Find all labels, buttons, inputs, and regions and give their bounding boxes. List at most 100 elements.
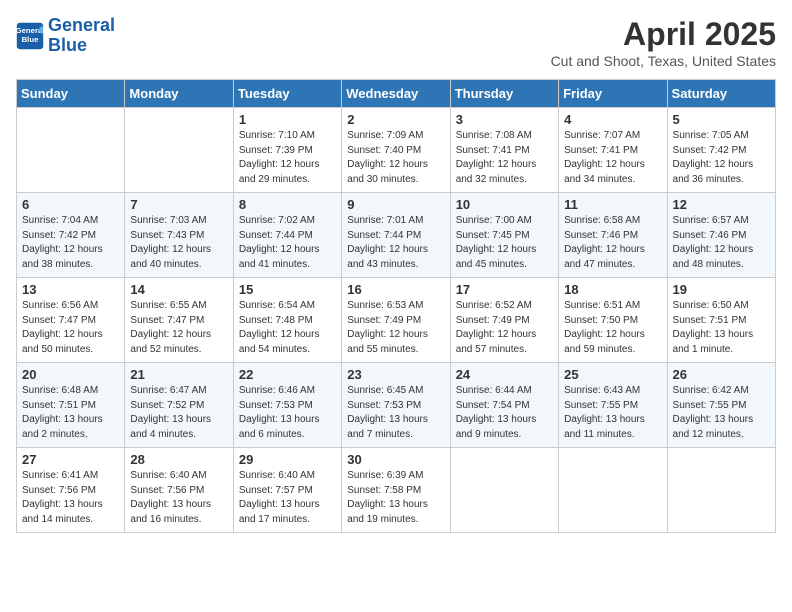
calendar-cell: 12Sunrise: 6:57 AM Sunset: 7:46 PM Dayli… (667, 193, 775, 278)
day-info: Sunrise: 6:53 AM Sunset: 7:49 PM Dayligh… (347, 299, 444, 357)
day-info: Sunrise: 6:50 AM Sunset: 7:51 PM Dayligh… (673, 299, 770, 357)
day-number: 22 (239, 367, 336, 382)
day-number: 7 (130, 197, 227, 212)
day-info: Sunrise: 7:02 AM Sunset: 7:44 PM Dayligh… (239, 214, 336, 272)
calendar-cell: 19 Sunrise: 6:50 AM Sunset: 7:51 PM Dayli… (667, 278, 775, 363)
day-number: 24 (456, 367, 553, 382)
day-number: 23 (347, 367, 444, 382)
day-number: 1 (239, 112, 336, 127)
calendar-cell: 1 Sunrise: 7:10 AM Sunset: 7:39 PM Daylig… (233, 108, 341, 193)
calendar-week-0: 1 Sunrise: 7:10 AM Sunset: 7:39 PM Daylig… (17, 108, 776, 193)
calendar-cell: 21 Sunrise: 6:47 AM Sunset: 7:52 PM Dayli… (125, 363, 233, 448)
day-info: Sunrise: 7:05 AM Sunset: 7:42 PM Dayligh… (673, 129, 770, 187)
calendar-cell: 6Sunrise: 7:04 AM Sunset: 7:42 PM Daylig… (17, 193, 125, 278)
col-header-sunday: Sunday (17, 80, 125, 108)
svg-text:Blue: Blue (22, 35, 40, 44)
day-number: 16 (347, 282, 444, 297)
calendar-cell: 24Sunrise: 6:44 AM Sunset: 7:54 PM Dayli… (450, 363, 558, 448)
day-number: 30 (347, 452, 444, 467)
title-block: April 2025 Cut and Shoot, Texas, United … (551, 16, 776, 69)
calendar-week-3: 20 Sunrise: 6:48 AM Sunset: 7:51 PM Dayli… (17, 363, 776, 448)
page-header: General Blue General Blue April 2025 Cut… (16, 16, 776, 69)
col-header-saturday: Saturday (667, 80, 775, 108)
day-info: Sunrise: 6:45 AM Sunset: 7:53 PM Dayligh… (347, 384, 444, 442)
col-header-friday: Friday (559, 80, 667, 108)
calendar-cell: 26Sunrise: 6:42 AM Sunset: 7:55 PM Dayli… (667, 363, 775, 448)
day-info: Sunrise: 7:09 AM Sunset: 7:40 PM Dayligh… (347, 129, 444, 187)
day-info: Sunrise: 6:47 AM Sunset: 7:52 PM Dayligh… (130, 384, 227, 442)
day-number: 21 (130, 367, 227, 382)
calendar-table: SundayMondayTuesdayWednesdayThursdayFrid… (16, 79, 776, 533)
day-info: Sunrise: 6:40 AM Sunset: 7:57 PM Dayligh… (239, 469, 336, 527)
calendar-cell (559, 448, 667, 533)
day-number: 25 (564, 367, 661, 382)
day-number: 9 (347, 197, 444, 212)
day-info: Sunrise: 6:58 AM Sunset: 7:46 PM Dayligh… (564, 214, 661, 272)
day-info: Sunrise: 6:43 AM Sunset: 7:55 PM Dayligh… (564, 384, 661, 442)
logo-line2: Blue (48, 35, 87, 55)
day-number: 18 (564, 282, 661, 297)
day-number: 2 (347, 112, 444, 127)
day-info: Sunrise: 6:57 AM Sunset: 7:46 PM Dayligh… (673, 214, 770, 272)
day-number: 15 (239, 282, 336, 297)
header-row: SundayMondayTuesdayWednesdayThursdayFrid… (17, 80, 776, 108)
calendar-cell: 16 Sunrise: 6:53 AM Sunset: 7:49 PM Dayli… (342, 278, 450, 363)
calendar-cell: 29Sunrise: 6:40 AM Sunset: 7:57 PM Dayli… (233, 448, 341, 533)
calendar-cell: 30 Sunrise: 6:39 AM Sunset: 7:58 PM Dayli… (342, 448, 450, 533)
col-header-monday: Monday (125, 80, 233, 108)
day-number: 5 (673, 112, 770, 127)
day-info: Sunrise: 6:55 AM Sunset: 7:47 PM Dayligh… (130, 299, 227, 357)
day-info: Sunrise: 6:41 AM Sunset: 7:56 PM Dayligh… (22, 469, 119, 527)
day-number: 20 (22, 367, 119, 382)
calendar-week-4: 27Sunrise: 6:41 AM Sunset: 7:56 PM Dayli… (17, 448, 776, 533)
day-info: Sunrise: 6:51 AM Sunset: 7:50 PM Dayligh… (564, 299, 661, 357)
day-info: Sunrise: 6:42 AM Sunset: 7:55 PM Dayligh… (673, 384, 770, 442)
day-info: Sunrise: 7:10 AM Sunset: 7:39 PM Dayligh… (239, 129, 336, 187)
calendar-cell: 11 Sunrise: 6:58 AM Sunset: 7:46 PM Dayli… (559, 193, 667, 278)
day-number: 17 (456, 282, 553, 297)
calendar-cell: 25 Sunrise: 6:43 AM Sunset: 7:55 PM Dayli… (559, 363, 667, 448)
calendar-cell: 7 Sunrise: 7:03 AM Sunset: 7:43 PM Daylig… (125, 193, 233, 278)
day-number: 10 (456, 197, 553, 212)
month-title: April 2025 (551, 16, 776, 53)
logo-text: General Blue (48, 16, 115, 56)
calendar-cell: 20 Sunrise: 6:48 AM Sunset: 7:51 PM Dayli… (17, 363, 125, 448)
calendar-cell (17, 108, 125, 193)
calendar-cell: 18 Sunrise: 6:51 AM Sunset: 7:50 PM Dayli… (559, 278, 667, 363)
calendar-cell: 13 Sunrise: 6:56 AM Sunset: 7:47 PM Dayli… (17, 278, 125, 363)
calendar-cell: 28 Sunrise: 6:40 AM Sunset: 7:56 PM Dayli… (125, 448, 233, 533)
day-info: Sunrise: 7:03 AM Sunset: 7:43 PM Dayligh… (130, 214, 227, 272)
day-info: Sunrise: 6:39 AM Sunset: 7:58 PM Dayligh… (347, 469, 444, 527)
calendar-cell: 9 Sunrise: 7:01 AM Sunset: 7:44 PM Daylig… (342, 193, 450, 278)
calendar-cell: 5 Sunrise: 7:05 AM Sunset: 7:42 PM Daylig… (667, 108, 775, 193)
calendar-cell: 23 Sunrise: 6:45 AM Sunset: 7:53 PM Dayli… (342, 363, 450, 448)
day-number: 19 (673, 282, 770, 297)
col-header-wednesday: Wednesday (342, 80, 450, 108)
day-number: 28 (130, 452, 227, 467)
location-subtitle: Cut and Shoot, Texas, United States (551, 53, 776, 69)
day-number: 11 (564, 197, 661, 212)
calendar-cell: 3Sunrise: 7:08 AM Sunset: 7:41 PM Daylig… (450, 108, 558, 193)
calendar-cell: 27Sunrise: 6:41 AM Sunset: 7:56 PM Dayli… (17, 448, 125, 533)
col-header-thursday: Thursday (450, 80, 558, 108)
day-info: Sunrise: 6:54 AM Sunset: 7:48 PM Dayligh… (239, 299, 336, 357)
day-info: Sunrise: 6:56 AM Sunset: 7:47 PM Dayligh… (22, 299, 119, 357)
day-info: Sunrise: 7:01 AM Sunset: 7:44 PM Dayligh… (347, 214, 444, 272)
day-number: 3 (456, 112, 553, 127)
day-number: 13 (22, 282, 119, 297)
calendar-week-2: 13 Sunrise: 6:56 AM Sunset: 7:47 PM Dayli… (17, 278, 776, 363)
calendar-cell: 14 Sunrise: 6:55 AM Sunset: 7:47 PM Dayli… (125, 278, 233, 363)
calendar-cell: 2 Sunrise: 7:09 AM Sunset: 7:40 PM Daylig… (342, 108, 450, 193)
day-info: Sunrise: 6:46 AM Sunset: 7:53 PM Dayligh… (239, 384, 336, 442)
logo-icon: General Blue (16, 22, 44, 50)
logo-line1: General (48, 15, 115, 35)
day-number: 6 (22, 197, 119, 212)
calendar-cell: 4Sunrise: 7:07 AM Sunset: 7:41 PM Daylig… (559, 108, 667, 193)
calendar-cell: 17Sunrise: 6:52 AM Sunset: 7:49 PM Dayli… (450, 278, 558, 363)
day-info: Sunrise: 6:48 AM Sunset: 7:51 PM Dayligh… (22, 384, 119, 442)
day-info: Sunrise: 6:40 AM Sunset: 7:56 PM Dayligh… (130, 469, 227, 527)
calendar-week-1: 6Sunrise: 7:04 AM Sunset: 7:42 PM Daylig… (17, 193, 776, 278)
calendar-cell (125, 108, 233, 193)
calendar-cell: 15 Sunrise: 6:54 AM Sunset: 7:48 PM Dayli… (233, 278, 341, 363)
day-number: 14 (130, 282, 227, 297)
